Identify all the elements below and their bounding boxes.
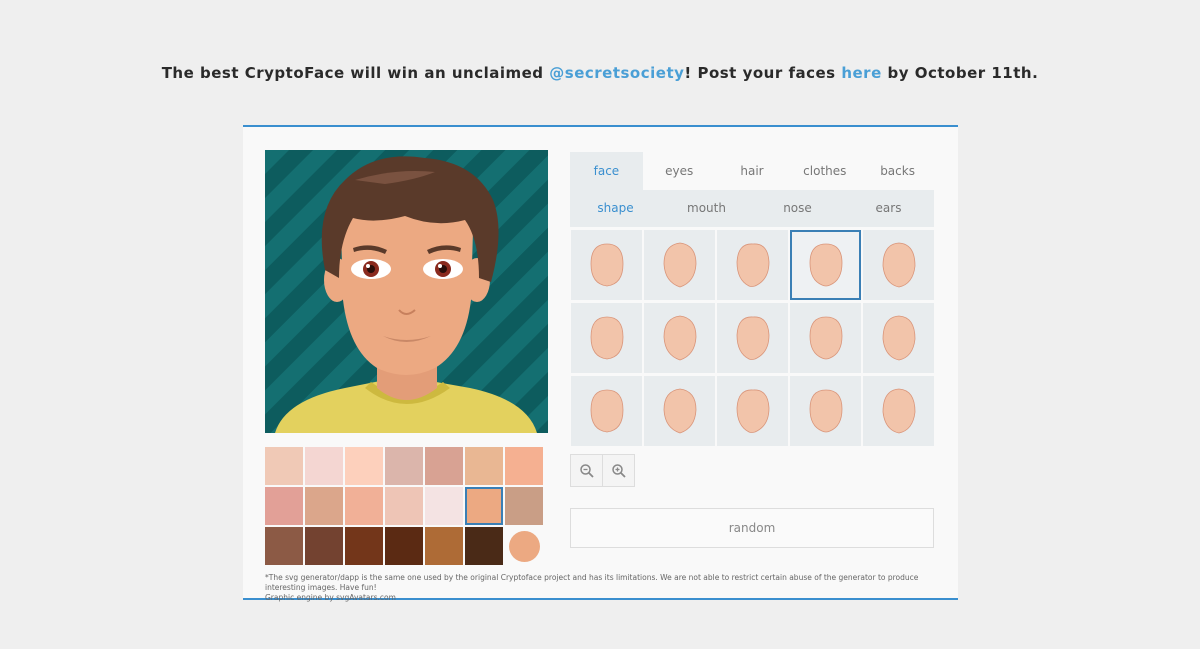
footnote-disclaimer: *The svg generator/dapp is the same one … [265, 573, 919, 592]
face-shape-option[interactable] [571, 376, 642, 446]
face-shape-icon [809, 389, 842, 433]
skin-swatch[interactable] [265, 487, 303, 525]
skin-swatch[interactable] [345, 487, 383, 525]
current-skin-color [505, 527, 543, 565]
tab-hair[interactable]: hair [716, 152, 789, 190]
secretsociety-link[interactable]: @secretsociety [549, 64, 684, 82]
face-shape-option[interactable] [717, 230, 788, 300]
headline: The best CryptoFace will win an unclaime… [0, 64, 1200, 82]
face-shape-icon [590, 243, 623, 287]
headline-text-2: ! Post your faces [684, 64, 842, 82]
current-skin-dot [508, 530, 540, 562]
zoom-out-button[interactable] [570, 454, 603, 487]
zoom-in-icon [611, 463, 626, 478]
skin-swatch[interactable] [305, 487, 343, 525]
subtab-shape[interactable]: shape [570, 190, 661, 227]
face-shape-icon [736, 389, 769, 433]
random-button[interactable]: random [570, 508, 934, 548]
face-shape-icon [882, 388, 915, 434]
skin-swatch[interactable] [345, 527, 383, 565]
face-shape-option[interactable] [644, 303, 715, 373]
subtab-nose[interactable]: nose [752, 190, 843, 227]
avatar-preview [265, 150, 548, 433]
face-shape-icon [590, 389, 623, 433]
face-shape-icon [590, 316, 623, 360]
face-shape-icon [663, 242, 696, 288]
face-shape-option[interactable] [571, 230, 642, 300]
skin-swatch[interactable] [305, 447, 343, 485]
face-shape-icon [663, 388, 696, 434]
skin-swatch[interactable] [385, 447, 423, 485]
skin-swatch[interactable] [425, 487, 463, 525]
face-shape-option[interactable] [644, 376, 715, 446]
face-shape-option[interactable] [790, 376, 861, 446]
subcategory-tabs: shape mouth nose ears [570, 190, 934, 227]
face-shape-icon [663, 315, 696, 361]
face-shape-icon [809, 316, 842, 360]
skin-swatch[interactable] [265, 447, 303, 485]
face-shape-option[interactable] [717, 376, 788, 446]
face-shape-option[interactable] [863, 230, 934, 300]
avatar-editor-panel: face eyes hair clothes backs shape mouth… [243, 125, 958, 603]
face-shape-option[interactable] [790, 303, 861, 373]
skin-swatch[interactable] [505, 487, 543, 525]
tab-face[interactable]: face [570, 152, 643, 190]
headline-text-1: The best CryptoFace will win an unclaime… [161, 64, 550, 82]
skin-swatch[interactable] [425, 527, 463, 565]
skin-swatch[interactable] [265, 527, 303, 565]
tab-backs[interactable]: backs [861, 152, 934, 190]
face-shape-option[interactable] [644, 230, 715, 300]
face-shape-icon [882, 315, 915, 361]
skin-swatch[interactable] [505, 447, 543, 485]
tab-eyes[interactable]: eyes [643, 152, 716, 190]
face-shape-option[interactable] [717, 303, 788, 373]
skin-color-palette [265, 447, 548, 565]
skin-swatch[interactable] [465, 487, 503, 525]
subtab-mouth[interactable]: mouth [661, 190, 752, 227]
face-shape-icon [736, 243, 769, 287]
footnote-credit: Graphic engine by svgAvatars.com [265, 593, 396, 602]
face-shape-icon [882, 242, 915, 288]
skin-swatch[interactable] [345, 447, 383, 485]
face-shape-option[interactable] [863, 303, 934, 373]
face-shape-grid [571, 230, 934, 446]
zoom-in-button[interactable] [602, 454, 635, 487]
face-shape-option[interactable] [571, 303, 642, 373]
tab-clothes[interactable]: clothes [788, 152, 861, 190]
skin-swatch[interactable] [305, 527, 343, 565]
skin-swatch[interactable] [425, 447, 463, 485]
skin-swatch[interactable] [465, 447, 503, 485]
here-link[interactable]: here [841, 64, 881, 82]
zoom-out-icon [579, 463, 594, 478]
face-shape-option[interactable] [790, 230, 861, 300]
skin-swatch[interactable] [385, 487, 423, 525]
avatar-image [265, 150, 548, 433]
face-shape-option[interactable] [863, 376, 934, 446]
face-shape-icon [736, 316, 769, 360]
category-tabs: face eyes hair clothes backs [570, 152, 934, 190]
skin-swatch[interactable] [385, 527, 423, 565]
skin-swatch[interactable] [465, 527, 503, 565]
headline-text-3: by October 11th. [881, 64, 1039, 82]
footnote: *The svg generator/dapp is the same one … [265, 573, 935, 603]
face-shape-icon [809, 243, 842, 287]
subtab-ears[interactable]: ears [843, 190, 934, 227]
